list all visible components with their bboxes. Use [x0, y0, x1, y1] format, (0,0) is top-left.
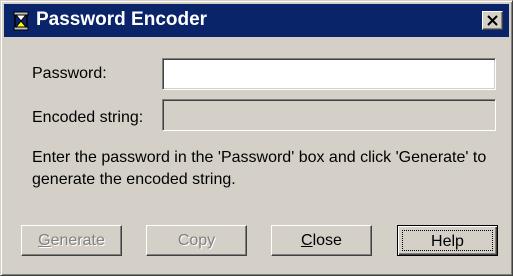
- password-field[interactable]: [162, 58, 496, 90]
- generate-button[interactable]: Generate: [21, 225, 122, 256]
- close-x-icon[interactable]: [482, 11, 503, 30]
- help-focus-ring: Help: [402, 230, 493, 251]
- window-title: Password Encoder: [36, 9, 208, 30]
- help-label: Help: [431, 233, 464, 250]
- password-label: Password:: [32, 65, 107, 82]
- close-accel: C: [301, 232, 313, 249]
- generate-accel: G: [38, 232, 51, 249]
- title-bar[interactable]: Password Encoder: [4, 4, 509, 37]
- password-encoder-dialog: Password Encoder Password: Encoded strin…: [0, 0, 513, 276]
- encoded-string-field[interactable]: [162, 99, 496, 131]
- close-button[interactable]: Close: [271, 225, 372, 256]
- generate-label-rest: enerate: [50, 232, 105, 249]
- copy-button[interactable]: Copy: [146, 225, 247, 256]
- close-label-rest: lose: [312, 232, 342, 249]
- hourglass-tripod-icon: [10, 10, 32, 32]
- copy-label: Copy: [177, 232, 216, 249]
- help-button[interactable]: Help: [397, 225, 498, 256]
- encoded-string-label: Encoded string:: [32, 109, 144, 126]
- instructions-text: Enter the password in the 'Password' box…: [32, 149, 487, 188]
